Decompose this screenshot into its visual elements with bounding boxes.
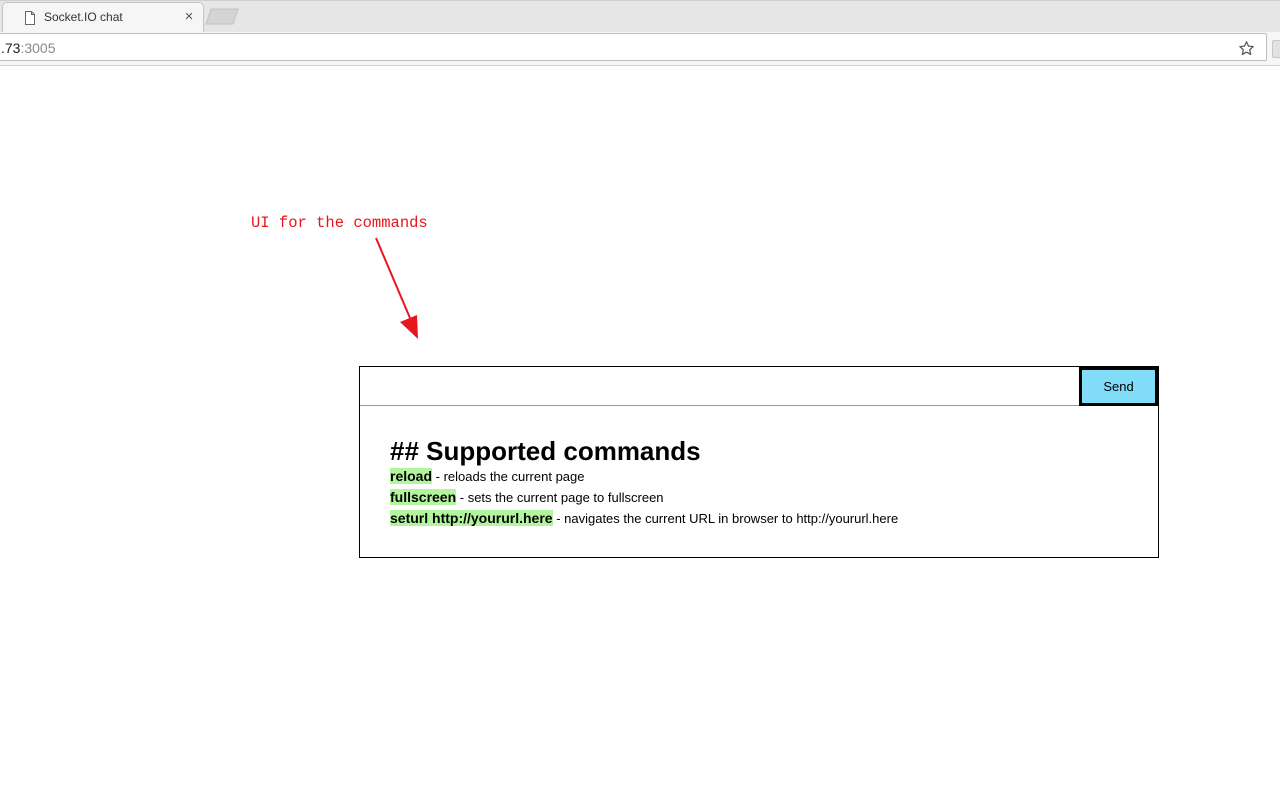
annotation-label: UI for the commands <box>251 214 428 232</box>
tab-socketio-chat[interactable]: Socket.IO chat × <box>2 2 204 33</box>
browser-toolbar: .73:3005 <box>0 32 1280 66</box>
tab-strip: Socket.IO chat × <box>0 0 1280 33</box>
close-icon[interactable]: × <box>180 8 198 26</box>
message-input[interactable] <box>360 367 1079 406</box>
new-tab-button[interactable] <box>205 8 239 25</box>
command-name: fullscreen <box>390 489 457 505</box>
url-port: :3005 <box>20 40 56 56</box>
command-panel: Send ## Supported commands reload - relo… <box>359 366 1159 558</box>
commands-heading: ## Supported commands <box>390 436 701 466</box>
command-description: - reloads the current page <box>432 469 585 484</box>
command-name: reload <box>390 468 433 484</box>
page-icon <box>25 11 35 25</box>
command-item-fullscreen: fullscreen - sets the current page to fu… <box>390 487 898 508</box>
address-bar[interactable]: .73:3005 <box>0 33 1267 61</box>
tab-title: Socket.IO chat <box>44 10 123 24</box>
command-description: - sets the current page to fullscreen <box>456 490 664 505</box>
url-host: .73 <box>1 40 21 56</box>
star-icon[interactable] <box>1238 40 1255 57</box>
command-item-seturl: seturl http://yoururl.here - navigates t… <box>390 508 898 529</box>
extension-icon[interactable] <box>1272 40 1280 58</box>
send-button[interactable]: Send <box>1079 367 1158 406</box>
command-description: - navigates the current URL in browser t… <box>552 511 899 526</box>
annotation-arrow-icon <box>375 237 418 339</box>
supported-commands: ## Supported commands reload - reloads t… <box>390 436 898 529</box>
url-text[interactable]: .73:3005 <box>1 40 56 56</box>
command-item-reload: reload - reloads the current page <box>390 466 898 487</box>
command-name: seturl http://yoururl.here <box>390 510 553 526</box>
